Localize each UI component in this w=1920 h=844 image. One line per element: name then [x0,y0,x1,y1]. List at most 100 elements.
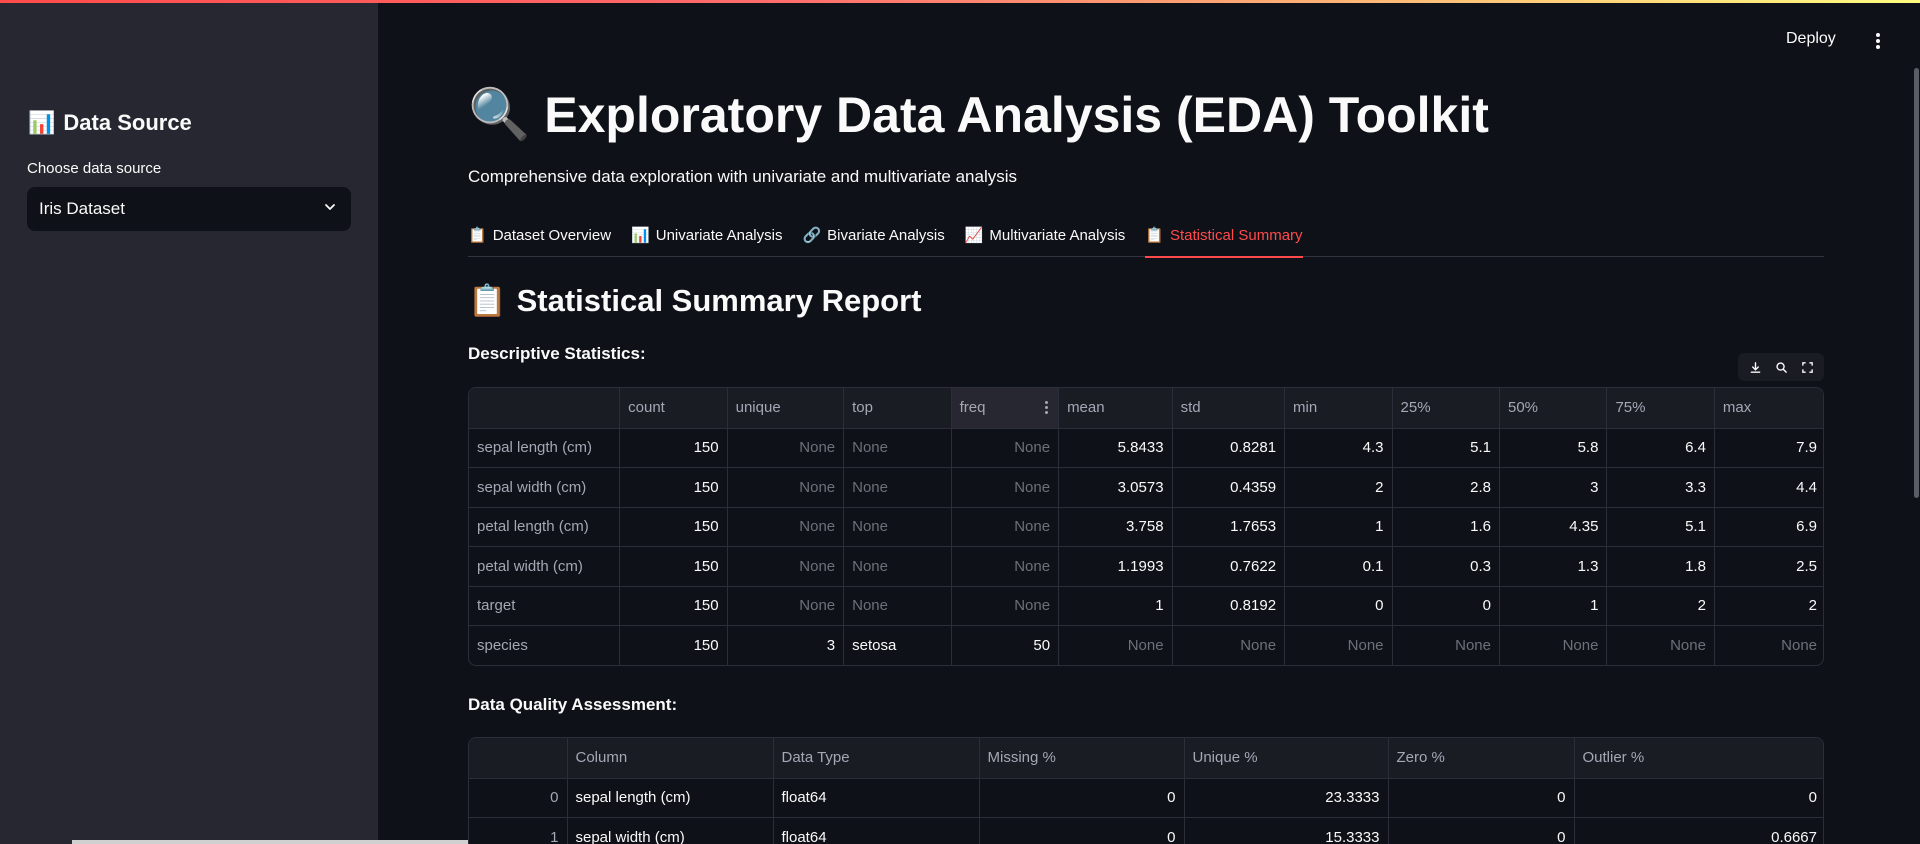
table-cell[interactable]: 150 [619,546,728,587]
table-cell[interactable]: 4.4 [1714,467,1823,508]
table-cell[interactable]: None [843,467,952,508]
table-cell[interactable]: 6.9 [1714,507,1823,547]
row-index-cell[interactable]: sepal width (cm) [469,467,621,508]
tab-multivariate-analysis[interactable]: 📈 Multivariate Analysis [965,213,1126,257]
table-cell[interactable]: 150 [619,586,728,626]
column-header[interactable]: 25% [1392,388,1500,429]
table-cell[interactable]: 1.8 [1606,546,1715,587]
table-cell[interactable]: 1.3 [1499,546,1608,587]
table-cell[interactable]: None [951,546,1060,587]
table-cell[interactable]: 1 [1284,507,1393,547]
table-cell[interactable]: 0.3 [1392,546,1500,587]
table-cell[interactable]: 0 [979,817,1185,844]
table-cell[interactable]: 23.3333 [1184,778,1389,818]
row-index-cell[interactable]: petal width (cm) [469,546,621,587]
vertical-scrollbar[interactable] [1914,68,1919,498]
table-cell[interactable]: 150 [619,507,728,547]
more-vertical-icon[interactable] [1871,30,1885,52]
table-cell[interactable]: 4.35 [1499,507,1608,547]
table-cell[interactable]: None [1714,626,1823,666]
table-cell[interactable]: None [1606,625,1715,665]
table-cell[interactable]: 1.6 [1392,507,1500,547]
fullscreen-icon[interactable] [1798,358,1816,376]
column-header[interactable]: freq [951,388,1060,429]
table-cell[interactable]: 0 [1388,778,1575,818]
table-cell[interactable]: None [727,586,845,626]
table-cell[interactable]: 3.758 [1058,507,1173,547]
table-cell[interactable]: 0.4359 [1172,467,1286,508]
descriptive-stats-table[interactable]: count unique top freq mean std min 25% 50% 75% max… [468,387,1824,666]
tab-bivariate-analysis[interactable]: 🔗 Bivariate Analysis [802,213,944,257]
table-cell[interactable]: 2 [1714,586,1823,626]
download-icon[interactable] [1746,358,1764,376]
table-cell[interactable]: None [1058,625,1173,665]
table-cell[interactable]: 2 [1284,467,1393,508]
tab-univariate-analysis[interactable]: 📊 Univariate Analysis [631,213,782,257]
row-index-cell[interactable]: 1 [469,817,568,844]
column-header[interactable]: max [1714,388,1823,429]
table-cell[interactable]: None [1392,625,1500,665]
table-cell[interactable]: 1.7653 [1172,507,1286,547]
table-cell[interactable]: None [1172,625,1286,665]
row-index-cell[interactable]: species [469,625,621,665]
table-cell[interactable]: 0 [1284,586,1393,626]
table-cell[interactable]: None [951,428,1060,468]
table-cell[interactable]: None [843,507,952,547]
column-header[interactable]: Data Type [773,738,980,779]
column-header[interactable]: 50% [1499,388,1608,429]
table-cell[interactable]: sepal width (cm) [567,817,774,844]
table-cell[interactable]: None [1284,625,1393,665]
table-cell[interactable]: 0.8281 [1172,428,1286,468]
table-cell[interactable]: 0.1 [1284,546,1393,587]
table-cell[interactable]: 0.8192 [1172,586,1286,626]
table-cell[interactable]: 0.6667 [1574,818,1823,844]
data-quality-table[interactable]: Column Data Type Missing % Unique % Zero % Ou… [468,737,1824,844]
table-cell[interactable]: 2.8 [1392,467,1500,508]
column-header[interactable]: unique [727,388,845,429]
table-cell[interactable]: 5.1 [1606,507,1715,547]
table-cell[interactable]: 5.1 [1392,428,1500,468]
table-cell[interactable]: 1.1993 [1058,546,1173,587]
table-cell[interactable]: 3.0573 [1058,467,1173,508]
data-source-select[interactable]: Iris Dataset [27,187,351,231]
table-cell[interactable]: None [727,507,845,547]
column-header[interactable]: Zero % [1388,738,1575,779]
column-header[interactable]: min [1284,388,1393,429]
deploy-button[interactable]: Deploy [1786,30,1836,48]
column-header[interactable]: Missing % [979,738,1185,779]
table-cell[interactable]: None [727,467,845,508]
column-header[interactable]: top [843,388,952,429]
table-cell[interactable]: sepal length (cm) [567,778,774,818]
table-cell[interactable]: 0 [1392,586,1500,626]
tab-dataset-overview[interactable]: 📋 Dataset Overview [468,213,611,257]
table-cell[interactable]: None [843,546,952,587]
table-cell[interactable]: None [1499,625,1608,665]
table-cell[interactable]: None [727,428,845,468]
table-cell[interactable]: float64 [773,778,980,818]
row-index-cell[interactable]: target [469,586,621,626]
table-cell[interactable]: 6.4 [1606,428,1715,468]
table-cell[interactable]: 1 [1499,586,1608,626]
table-cell[interactable]: 150 [619,428,728,468]
horizontal-scrollbar[interactable] [72,840,504,844]
table-cell[interactable]: 2 [1606,586,1715,626]
table-cell[interactable]: 5.8 [1499,428,1608,468]
column-header[interactable]: std [1172,388,1286,429]
table-cell[interactable]: 50 [951,625,1060,665]
table-cell[interactable]: 4.3 [1284,428,1393,468]
table-cell[interactable]: None [727,546,845,587]
table-cell[interactable]: None [843,586,952,626]
table-cell[interactable]: None [951,586,1060,626]
table-cell[interactable]: 0 [1574,778,1823,818]
row-index-cell[interactable]: sepal length (cm) [469,428,621,468]
table-cell[interactable]: 3.3 [1606,467,1715,508]
column-header[interactable]: mean [1058,388,1173,429]
table-cell[interactable]: None [951,467,1060,508]
column-header[interactable] [469,388,621,429]
column-header[interactable] [469,738,568,779]
table-cell[interactable]: 150 [619,467,728,508]
table-cell[interactable]: 3 [727,625,845,665]
table-cell[interactable]: float64 [773,817,980,844]
table-cell[interactable]: 3 [1499,467,1608,508]
table-cell[interactable]: 5.8433 [1058,428,1173,468]
